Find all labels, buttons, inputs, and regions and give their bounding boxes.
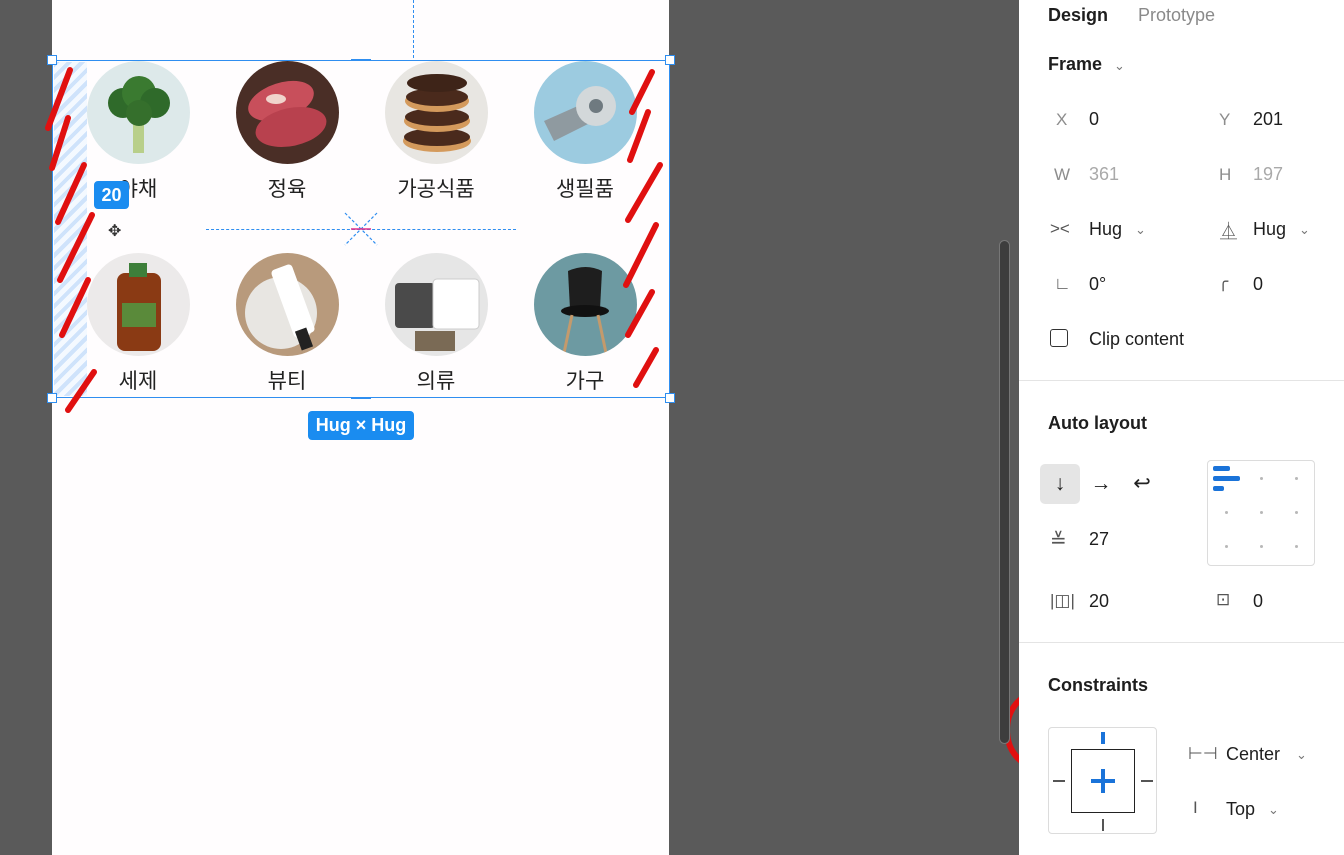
bottom-edge-handle[interactable] [351, 397, 371, 399]
toilet-paper-image [533, 61, 637, 164]
size-mode-badge: Hug × Hug [308, 411, 414, 440]
w-label: W [1054, 165, 1071, 184]
rotation-icon: ∟ [1054, 274, 1071, 293]
alignment-dot[interactable] [1295, 545, 1298, 548]
x-label: X [1056, 110, 1068, 129]
width-mode-select[interactable]: Hug [1089, 219, 1122, 240]
horizontal-constraint-select[interactable]: Center [1226, 744, 1280, 765]
constraint-widget[interactable] [1048, 727, 1157, 834]
category-label: 야채 [118, 177, 158, 201]
y-field[interactable]: 201 [1253, 109, 1283, 130]
auto-layout-title: Auto layout [1048, 413, 1147, 433]
vertical-constraint-icon: I [1193, 798, 1198, 817]
alignment-bar [1213, 476, 1240, 481]
vertical-padding-icon: ⊡ [1216, 590, 1231, 609]
item-spacing-icon: ≚ [1050, 530, 1067, 552]
height-mode-select[interactable]: Hug [1253, 219, 1286, 240]
spacing-center-marker [344, 212, 378, 246]
clip-content-label: Clip content [1089, 329, 1185, 349]
alignment-grid[interactable] [1207, 460, 1315, 566]
canvas-scrollbar[interactable] [999, 240, 1010, 744]
category-item-processed-food[interactable]: 가공식품 [361, 61, 511, 202]
alignment-bar [1213, 486, 1224, 491]
alignment-dot[interactable] [1295, 511, 1298, 514]
meat-image [235, 61, 339, 164]
vertical-padding-field[interactable]: 0 [1253, 591, 1263, 612]
h-field[interactable]: 197 [1253, 164, 1283, 185]
vertical-direction-button[interactable]: ↓ [1040, 464, 1080, 504]
category-label: 뷰티 [267, 369, 307, 393]
category-label: 세제 [118, 369, 158, 393]
category-item-vegetable[interactable]: 야채 [63, 61, 213, 202]
category-item-clothing[interactable]: 의류 [361, 253, 511, 394]
h-label: H [1219, 165, 1232, 184]
corner-radius-icon: ╭ [1218, 272, 1229, 291]
constraint-center-v[interactable] [1101, 769, 1105, 793]
y-label: Y [1219, 110, 1231, 129]
vertical-resize-icon: ⏅ [1220, 222, 1237, 241]
category-item-daily-necessities[interactable]: 생필품 [510, 61, 660, 202]
alignment-dot[interactable] [1260, 477, 1263, 480]
tab-prototype[interactable]: Prototype [1138, 5, 1215, 26]
chevron-down-icon[interactable]: ⌄ [1135, 222, 1146, 238]
constraint-left-line[interactable] [1053, 780, 1065, 782]
horizontal-padding-field[interactable]: 20 [1089, 591, 1109, 612]
category-item-detergent[interactable]: 세제 [63, 253, 213, 394]
alignment-dot[interactable] [1260, 511, 1263, 514]
resize-handle-tr[interactable] [665, 55, 675, 65]
chevron-down-icon[interactable]: ⌄ [1299, 222, 1310, 238]
alignment-dot[interactable] [1260, 545, 1263, 548]
category-item-meat[interactable]: 정육 [212, 61, 362, 202]
constraint-bottom-line[interactable] [1102, 819, 1104, 831]
detergent-image [86, 253, 190, 356]
tab-design[interactable]: Design [1048, 5, 1108, 26]
donuts-image [384, 61, 488, 164]
category-label: 가공식품 [397, 177, 475, 201]
x-field[interactable]: 0 [1089, 109, 1099, 130]
alignment-bar [1213, 466, 1230, 471]
frame-section-title[interactable]: Frame [1048, 54, 1102, 75]
category-label: 가구 [565, 369, 605, 393]
move-cursor-icon: ✥ [108, 223, 122, 240]
section-divider [1019, 642, 1344, 643]
clothes-image [384, 253, 488, 356]
category-item-furniture[interactable]: 가구 [510, 253, 660, 394]
w-field[interactable]: 361 [1089, 164, 1119, 185]
chair-image [533, 253, 637, 356]
alignment-dot[interactable] [1225, 545, 1228, 548]
resize-handle-bl[interactable] [47, 393, 57, 403]
category-label: 정육 [267, 177, 307, 201]
horizontal-padding-icon: |◫| [1050, 591, 1075, 610]
horizontal-resize-icon: >< [1050, 219, 1070, 238]
horizontal-constraint-icon: ⊢⊣ [1188, 744, 1218, 763]
broccoli-image [86, 61, 190, 164]
section-divider [1019, 380, 1344, 381]
category-label: 의류 [416, 369, 456, 393]
corner-radius-field[interactable]: 0 [1253, 274, 1263, 295]
wrap-direction-button[interactable]: ↩ [1122, 464, 1162, 504]
vertical-constraint-select[interactable]: Top [1226, 799, 1255, 820]
constraints-title: Constraints [1048, 675, 1149, 695]
category-item-beauty[interactable]: 뷰티 [212, 253, 362, 394]
alignment-dot[interactable] [1295, 477, 1298, 480]
cosmetic-tube-image [235, 253, 339, 356]
chevron-down-icon[interactable]: ⌄ [1296, 747, 1307, 763]
resize-handle-tl[interactable] [47, 55, 57, 65]
horizontal-direction-button[interactable]: → [1081, 464, 1121, 504]
resize-handle-br[interactable] [665, 393, 675, 403]
chevron-down-icon[interactable]: ⌄ [1114, 58, 1125, 74]
category-label: 생필품 [556, 177, 614, 201]
constraint-top-line[interactable] [1101, 732, 1105, 744]
alignment-dot[interactable] [1225, 511, 1228, 514]
rotation-field[interactable]: 0° [1089, 274, 1106, 295]
clip-content-checkbox[interactable] [1050, 329, 1068, 347]
gap-value-badge: 20 [94, 181, 129, 209]
chevron-down-icon[interactable]: ⌄ [1268, 802, 1279, 818]
constraint-right-line[interactable] [1141, 780, 1153, 782]
vertical-guide [413, 0, 414, 58]
item-spacing-field[interactable]: 27 [1089, 529, 1109, 550]
